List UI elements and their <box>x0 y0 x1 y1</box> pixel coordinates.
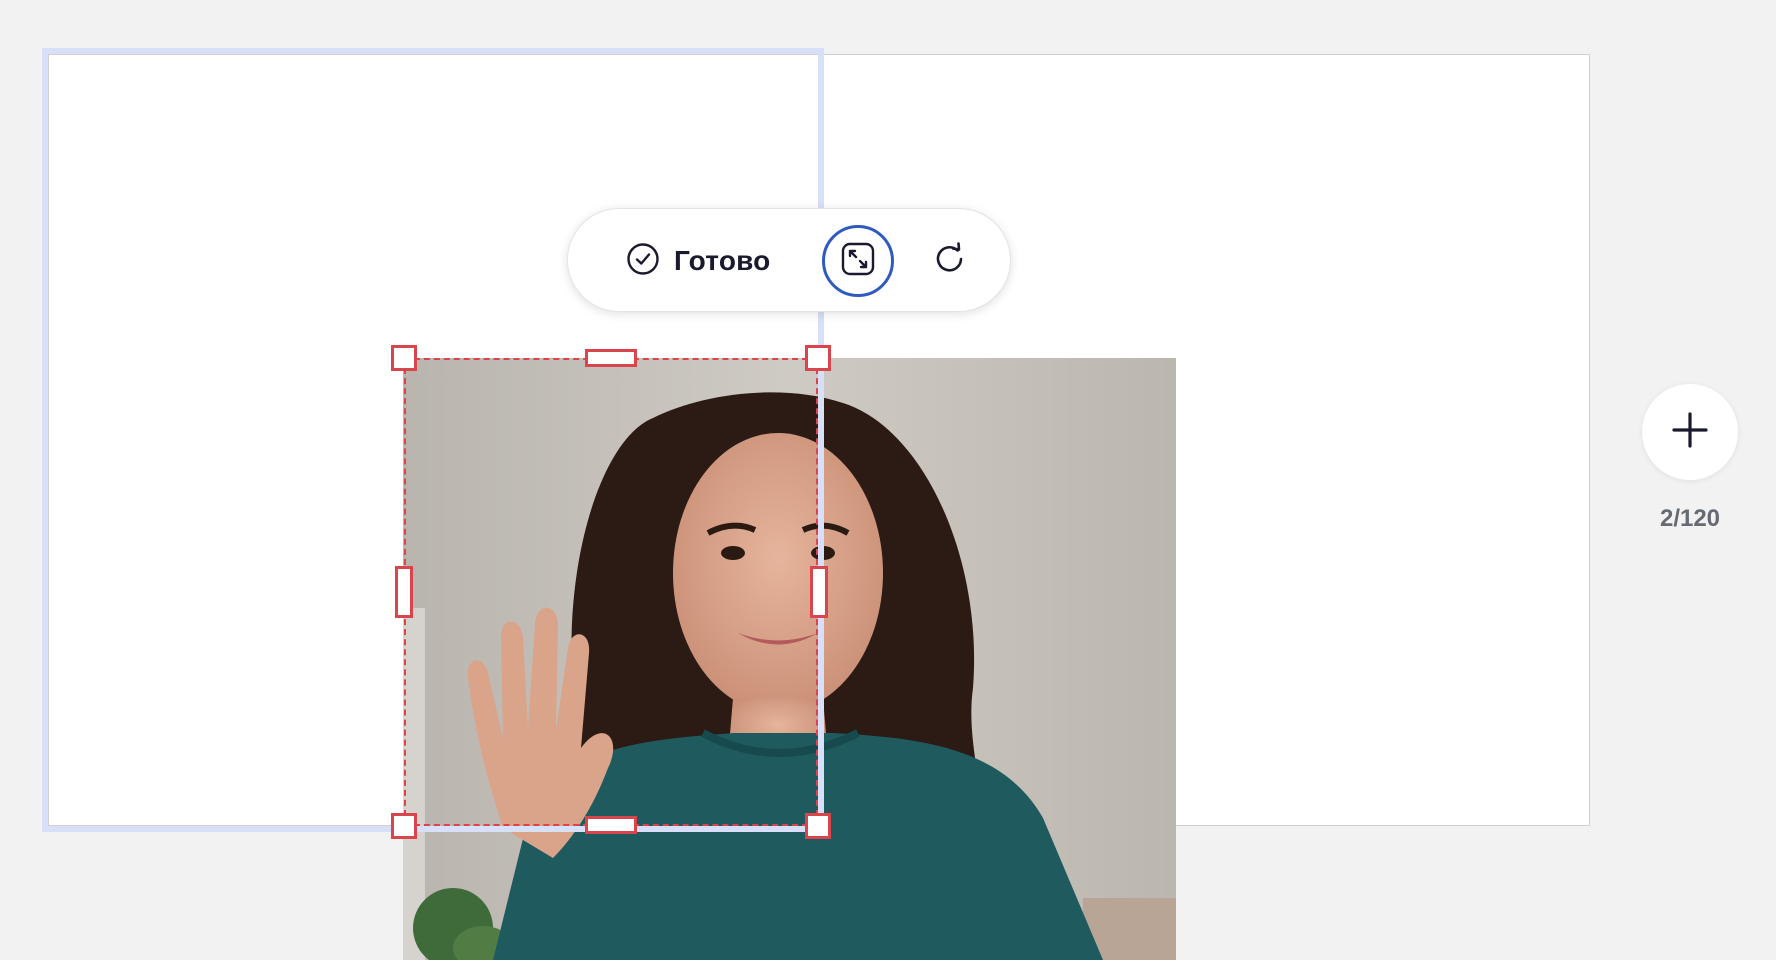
fit-to-frame-button[interactable] <box>822 225 894 297</box>
rotate-button[interactable] <box>926 237 974 285</box>
add-slide-button[interactable] <box>1642 384 1738 480</box>
check-circle-icon <box>626 242 660 281</box>
done-label: Готово <box>674 245 771 276</box>
rotate-clockwise-icon <box>931 240 969 283</box>
crop-handle-top[interactable] <box>585 349 637 367</box>
crop-handle-top-left[interactable] <box>391 345 417 371</box>
crop-toolbar: Готово <box>567 208 1011 312</box>
slide-counter: 2/120 <box>1659 505 1721 532</box>
fit-to-frame-icon <box>840 241 876 282</box>
plus-icon <box>1670 410 1710 455</box>
crop-frame[interactable] <box>404 358 818 826</box>
crop-handle-bottom[interactable] <box>585 816 637 834</box>
crop-handle-bottom-left[interactable] <box>391 813 417 839</box>
crop-handle-right[interactable] <box>810 566 828 618</box>
crop-handle-bottom-right[interactable] <box>805 813 831 839</box>
crop-handle-left[interactable] <box>395 566 413 618</box>
crop-handle-top-right[interactable] <box>805 345 831 371</box>
done-button[interactable]: Готово <box>626 237 770 285</box>
